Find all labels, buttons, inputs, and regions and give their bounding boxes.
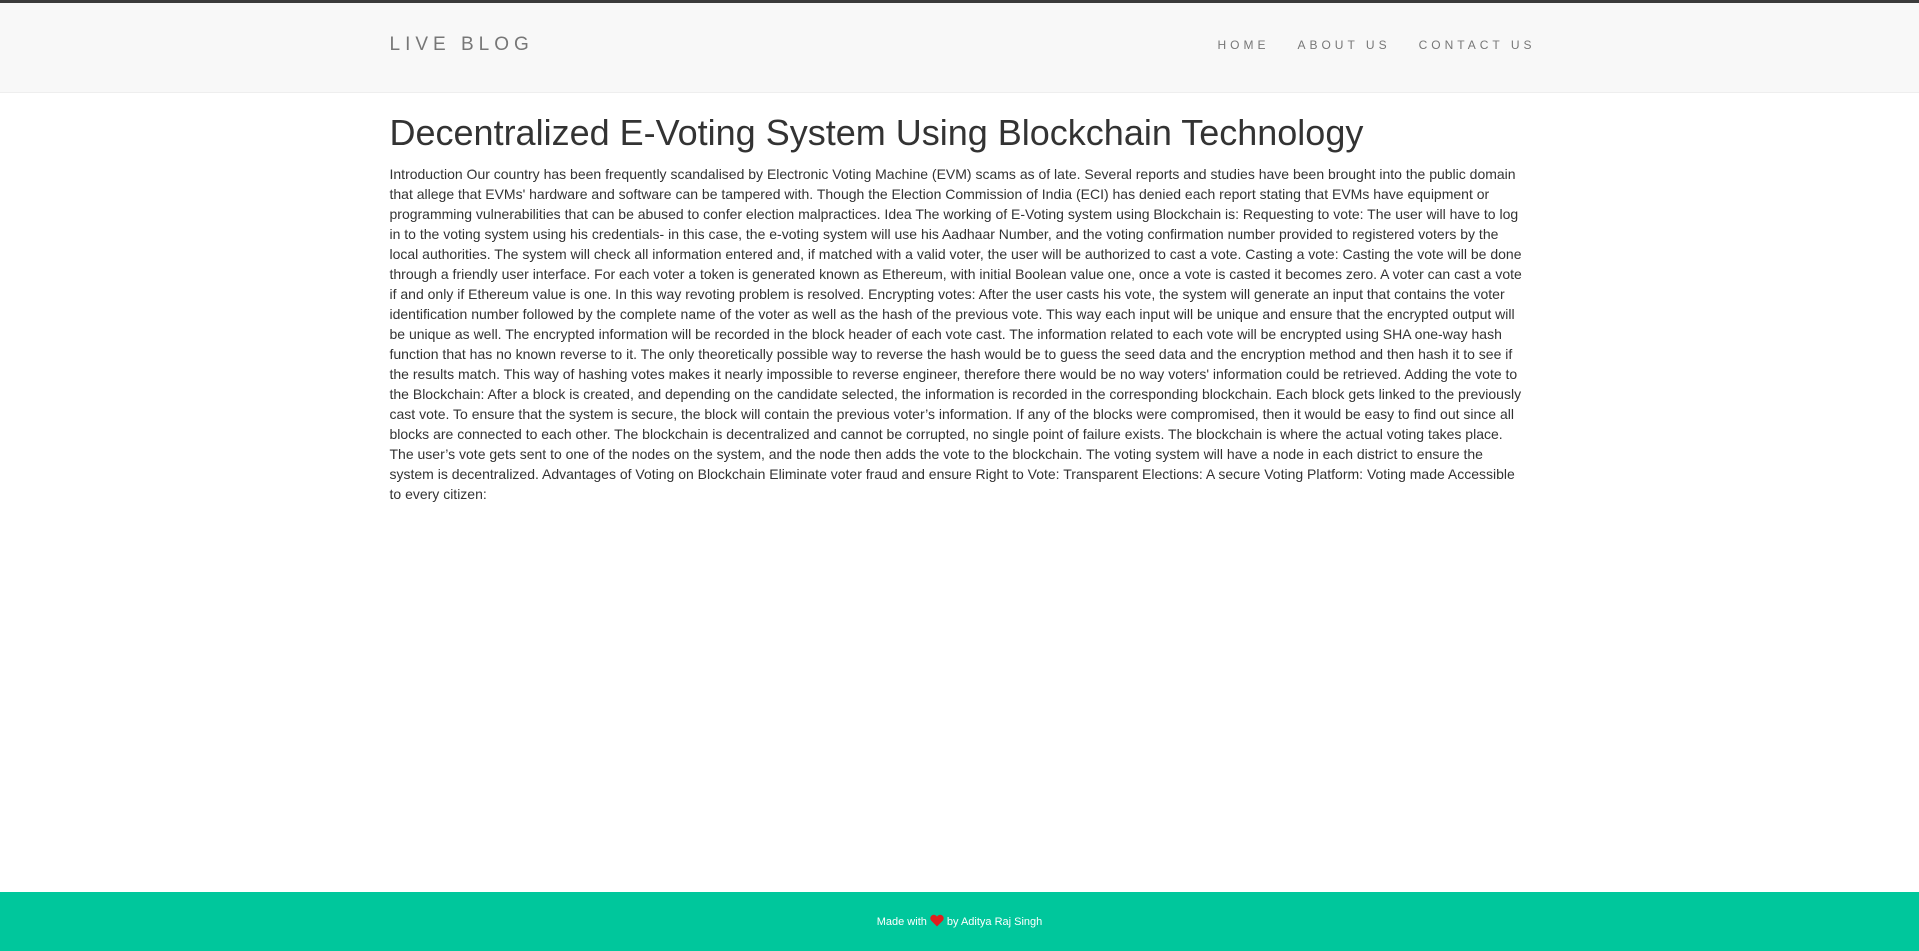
main-content: Decentralized E-Voting System Using Bloc… [390,93,1530,504]
navbar: LIVE BLOG HOME ABOUT US CONTACT US [0,3,1919,93]
post-title: Decentralized E-Voting System Using Bloc… [389,112,1364,153]
post-body: Introduction Our country has been freque… [389,166,1522,503]
footer: Made with by Aditya Raj Singh [0,892,1919,951]
navbar-inner: LIVE BLOG HOME ABOUT US CONTACT US [390,3,1532,92]
brand-logo-link[interactable]: LIVE BLOG [390,34,534,56]
nav-link-contact-us[interactable]: CONTACT US [1419,38,1536,52]
heart-icon [930,914,944,930]
page: LIVE BLOG HOME ABOUT US CONTACT US Decen… [0,0,1919,951]
footer-prefix: Made with [876,915,927,928]
nav-links: HOME ABOUT US CONTACT US [1189,38,1535,52]
nav-link-home[interactable]: HOME [1217,38,1269,52]
nav-link-about-us[interactable]: ABOUT US [1297,38,1390,52]
footer-suffix: by Aditya Raj Singh [946,915,1043,928]
